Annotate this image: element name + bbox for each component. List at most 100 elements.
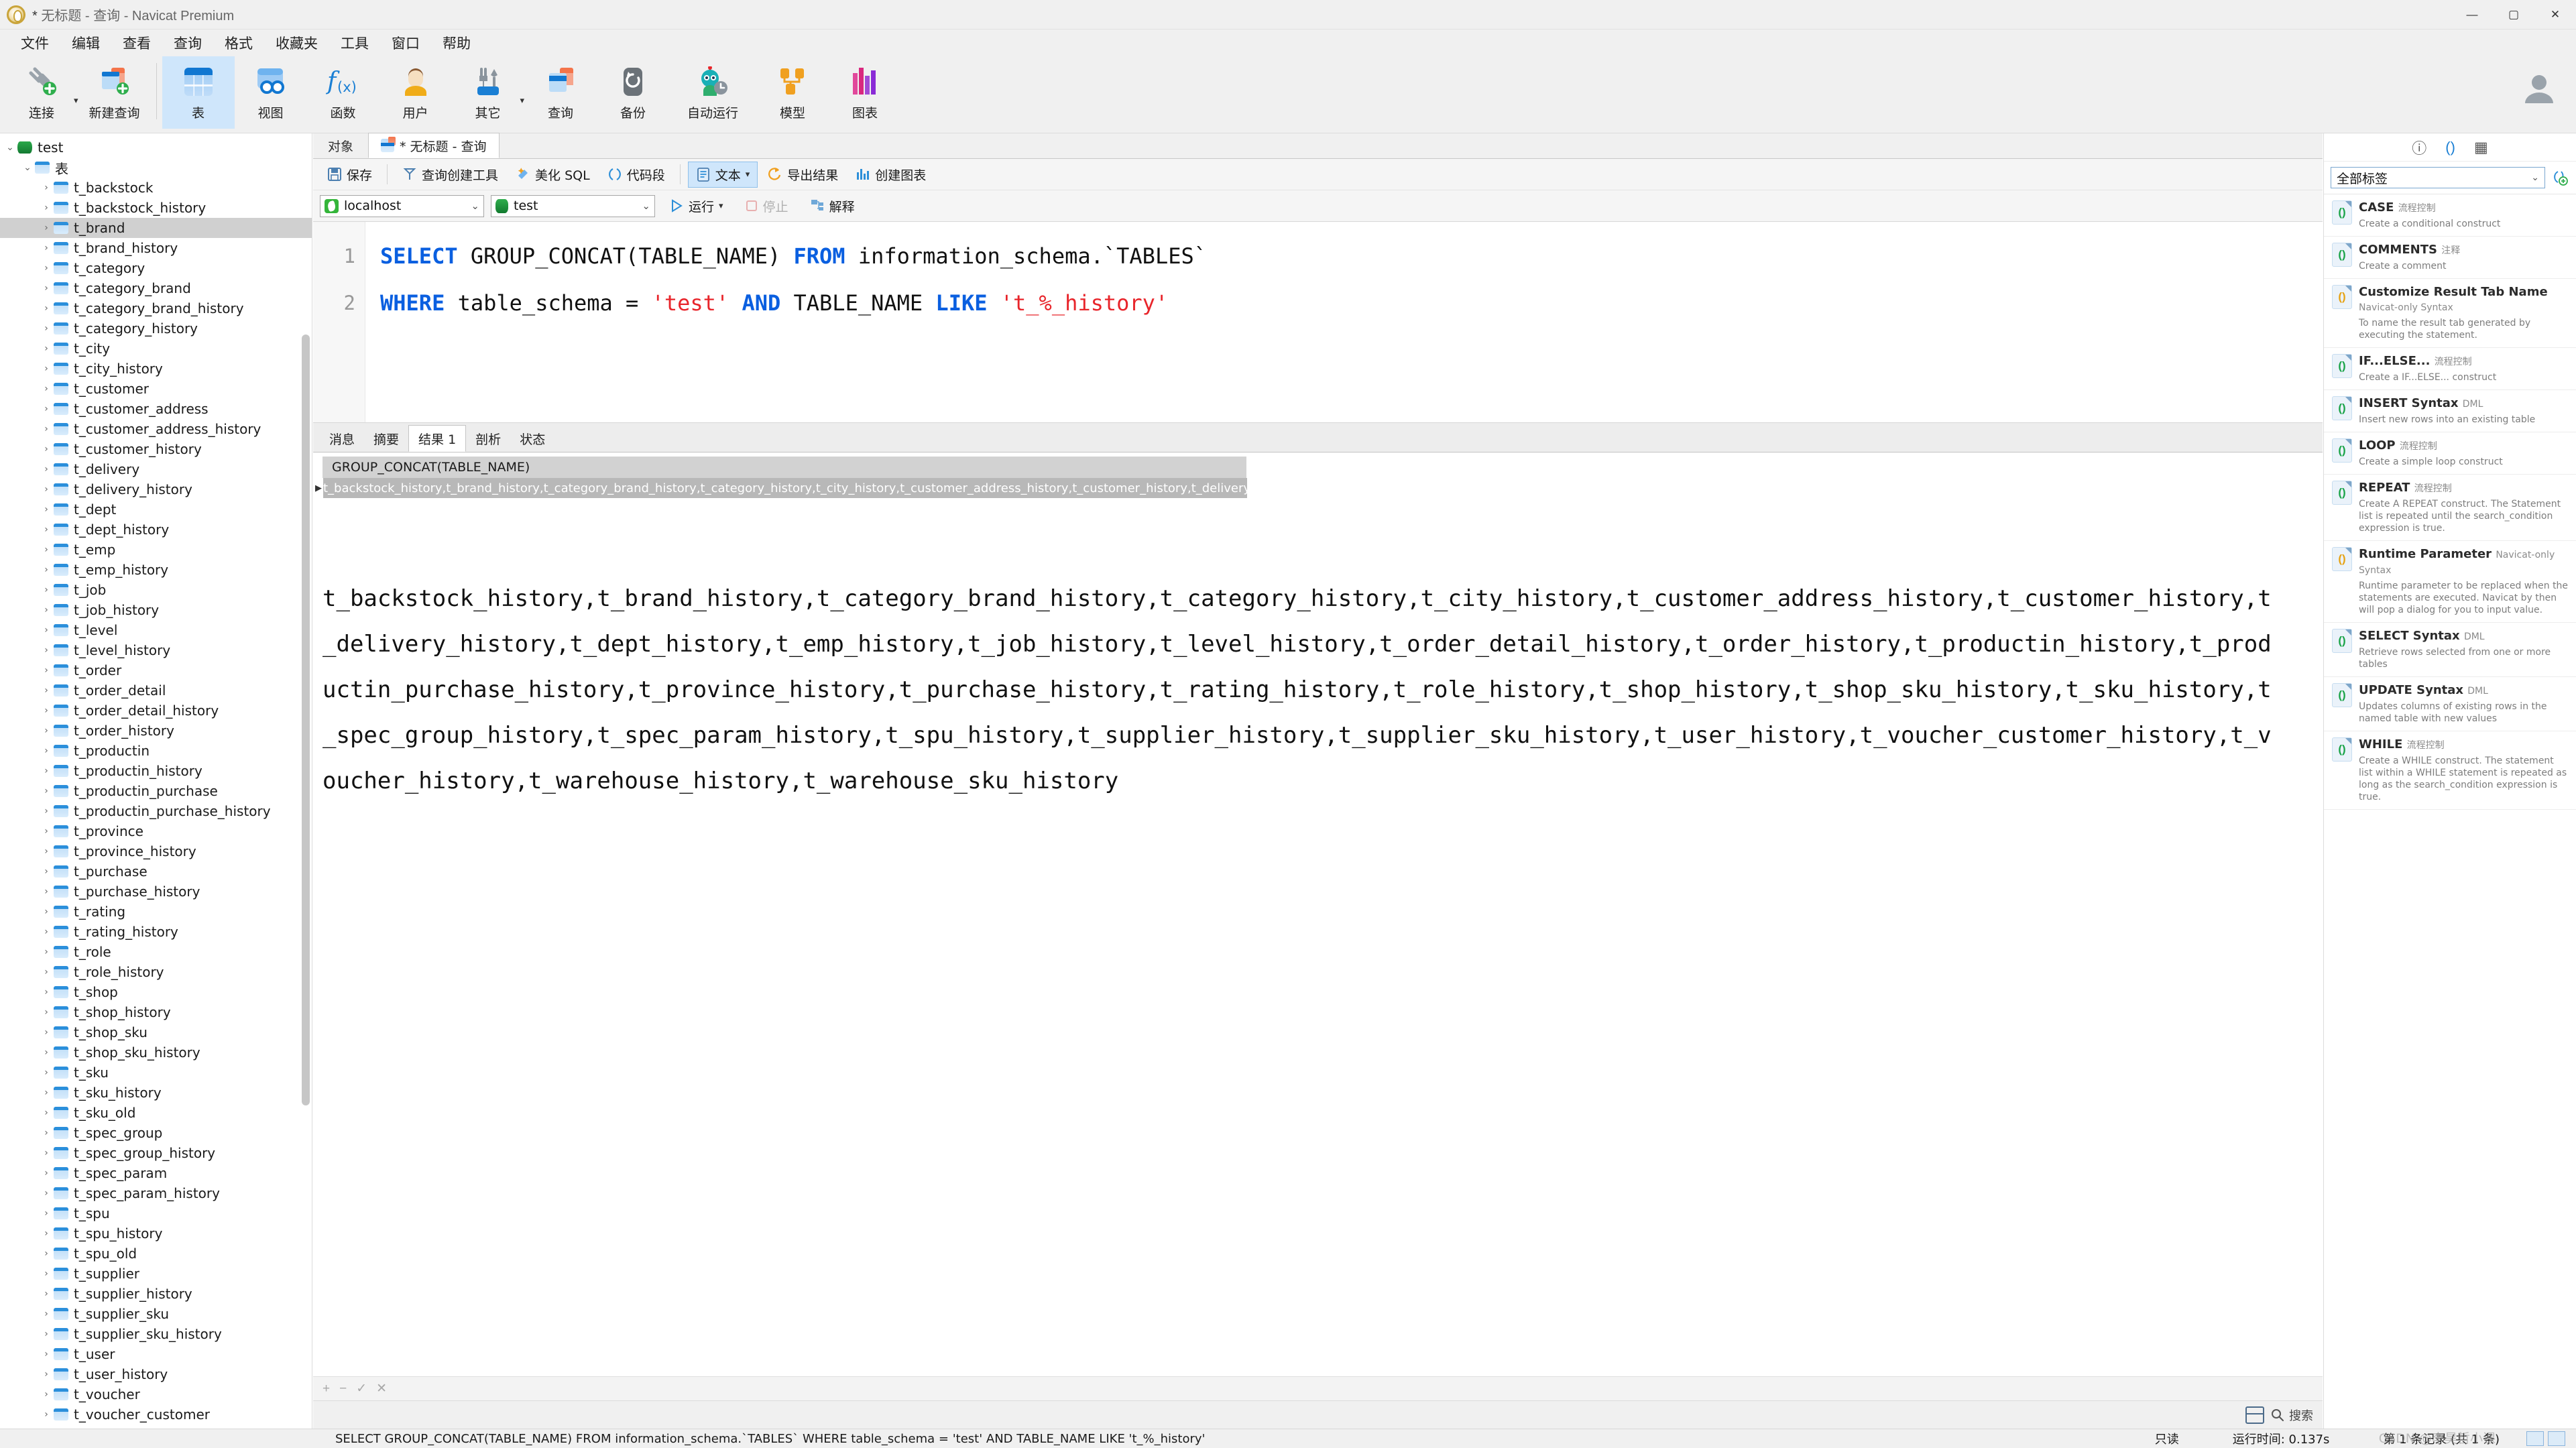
- chevron-right-icon[interactable]: ›: [39, 665, 54, 676]
- tree-table-t_supplier_history[interactable]: › t_supplier_history: [0, 1284, 312, 1304]
- tree-table-t_job_history[interactable]: › t_job_history: [0, 600, 312, 620]
- menu-favorites[interactable]: 收藏夹: [264, 29, 329, 56]
- tree-table-t_level[interactable]: › t_level: [0, 620, 312, 640]
- tab-profile[interactable]: 剖析: [466, 425, 510, 452]
- menu-query[interactable]: 查询: [162, 29, 213, 56]
- snippet-item[interactable]: () SELECT Syntax DML Retrieve rows selecte…: [2324, 623, 2576, 677]
- chevron-right-icon[interactable]: ›: [39, 283, 54, 294]
- search-button[interactable]: 搜索: [2271, 1406, 2313, 1424]
- tree-table-t_order_detail_history[interactable]: › t_order_detail_history: [0, 701, 312, 721]
- toolbar-others-button[interactable]: 其它: [452, 56, 524, 129]
- tree-table-t_sku[interactable]: › t_sku: [0, 1063, 312, 1083]
- menu-format[interactable]: 格式: [213, 29, 264, 56]
- table-row[interactable]: t_backstock_history,t_brand_history,t_ca…: [323, 478, 1247, 498]
- tree-table-t_city_history[interactable]: › t_city_history: [0, 359, 312, 379]
- chevron-right-icon[interactable]: ›: [39, 263, 54, 274]
- tree-table-t_brand_history[interactable]: › t_brand_history: [0, 238, 312, 258]
- sql-editor[interactable]: 1 2 SELECT GROUP_CONCAT(TABLE_NAME) FROM…: [313, 222, 2323, 423]
- minimize-button[interactable]: —: [2451, 0, 2493, 29]
- tree-table-t_user_history[interactable]: › t_user_history: [0, 1364, 312, 1384]
- chevron-right-icon[interactable]: ›: [39, 725, 54, 736]
- snippet-item[interactable]: () Runtime Parameter Navicat-only Syntax R…: [2324, 541, 2576, 623]
- tree-table-t_productin_purchase[interactable]: › t_productin_purchase: [0, 781, 312, 801]
- tree-table-t_category_brand_history[interactable]: › t_category_brand_history: [0, 298, 312, 318]
- chevron-right-icon[interactable]: ›: [39, 645, 54, 656]
- snippet-item[interactable]: () COMMENTS 注释 Create a comment: [2324, 237, 2576, 279]
- chevron-right-icon[interactable]: ›: [39, 464, 54, 475]
- chevron-right-icon[interactable]: ›: [39, 1087, 54, 1098]
- tree-group-tables[interactable]: ⌄ 表: [0, 158, 312, 178]
- chevron-right-icon[interactable]: ›: [39, 786, 54, 796]
- maximize-button[interactable]: ▢: [2493, 0, 2534, 29]
- connection-select[interactable]: localhost ⌄: [320, 194, 484, 217]
- tree-table-t_rating[interactable]: › t_rating: [0, 902, 312, 922]
- grid-view-icon[interactable]: [2245, 1406, 2264, 1424]
- chevron-down-icon[interactable]: ⌄: [471, 200, 479, 212]
- snippet-item[interactable]: () Customize Result Tab Name Navicat-only…: [2324, 279, 2576, 348]
- toolbar-connection-button[interactable]: 连接: [5, 56, 78, 129]
- chevron-right-icon[interactable]: ›: [39, 846, 54, 857]
- chevron-right-icon[interactable]: ›: [39, 202, 54, 213]
- tree-table-t_supplier[interactable]: › t_supplier: [0, 1264, 312, 1284]
- tree-table-t_order_history[interactable]: › t_order_history: [0, 721, 312, 741]
- tree-table-t_order[interactable]: › t_order: [0, 660, 312, 680]
- tree-table-t_supplier_sku[interactable]: › t_supplier_sku: [0, 1304, 312, 1324]
- chevron-right-icon[interactable]: ›: [39, 243, 54, 253]
- close-button[interactable]: ✕: [2534, 0, 2576, 29]
- toolbar-table-button[interactable]: 表: [162, 56, 235, 129]
- chevron-right-icon[interactable]: ›: [39, 383, 54, 394]
- tree-table-t_emp_history[interactable]: › t_emp_history: [0, 560, 312, 580]
- snippet-item[interactable]: () CASE 流程控制 Create a conditional construc…: [2324, 194, 2576, 237]
- menu-edit[interactable]: 编辑: [60, 29, 111, 56]
- account-avatar[interactable]: [2520, 68, 2559, 111]
- chevron-right-icon[interactable]: ›: [39, 745, 54, 756]
- chevron-right-icon[interactable]: ›: [39, 1007, 54, 1018]
- beautify-sql-button[interactable]: 美化 SQL: [508, 162, 597, 187]
- tree-table-t_delivery_history[interactable]: › t_delivery_history: [0, 479, 312, 499]
- chevron-right-icon[interactable]: ›: [39, 223, 54, 233]
- tree-table-t_level_history[interactable]: › t_level_history: [0, 640, 312, 660]
- create-chart-button[interactable]: 创建图表: [848, 162, 933, 187]
- chevron-right-icon[interactable]: ›: [39, 1248, 54, 1259]
- tree-table-t_productin[interactable]: › t_productin: [0, 741, 312, 761]
- tree-table-t_spec_param[interactable]: › t_spec_param: [0, 1163, 312, 1183]
- object-tree-sidebar[interactable]: ⌄ test ⌄ 表 › t_backstock › t_backstock_hist…: [0, 133, 312, 1429]
- snippet-item[interactable]: () IF...ELSE... 流程控制 Create a IF...ELSE...…: [2324, 348, 2576, 390]
- chevron-right-icon[interactable]: ›: [39, 766, 54, 776]
- chevron-down-icon[interactable]: ⌄: [642, 200, 650, 212]
- query-builder-button[interactable]: 查询创建工具: [395, 162, 506, 187]
- tree-table-t_city[interactable]: › t_city: [0, 339, 312, 359]
- chevron-right-icon[interactable]: ›: [39, 1329, 54, 1339]
- grid-column-header[interactable]: GROUP_CONCAT(TABLE_NAME): [323, 457, 1246, 478]
- chevron-right-icon[interactable]: ›: [39, 323, 54, 334]
- tab-untitled-query[interactable]: * 无标题 - 查询: [368, 133, 500, 158]
- tree-table-t_spec_group_history[interactable]: › t_spec_group_history: [0, 1143, 312, 1163]
- chevron-down-icon[interactable]: ⌄: [20, 162, 35, 173]
- cancel-edit-button[interactable]: ✕: [376, 1381, 387, 1396]
- chevron-right-icon[interactable]: ›: [39, 1128, 54, 1138]
- snippet-list[interactable]: () CASE 流程控制 Create a conditional construc…: [2324, 194, 2576, 1421]
- chevron-right-icon[interactable]: ›: [39, 947, 54, 957]
- tree-table-t_spu_history[interactable]: › t_spu_history: [0, 1223, 312, 1244]
- chevron-right-icon[interactable]: ›: [39, 504, 54, 515]
- menu-help[interactable]: 帮助: [431, 29, 482, 56]
- tree-table-t_purchase_history[interactable]: › t_purchase_history: [0, 882, 312, 902]
- chevron-right-icon[interactable]: ›: [39, 404, 54, 414]
- tree-table-t_sku_history[interactable]: › t_sku_history: [0, 1083, 312, 1103]
- chevron-right-icon[interactable]: ›: [39, 343, 54, 354]
- chevron-right-icon[interactable]: ›: [39, 1349, 54, 1360]
- tab-summary[interactable]: 摘要: [364, 425, 408, 452]
- snippet-item[interactable]: () LOOP 流程控制 Create a simple loop construc…: [2324, 432, 2576, 475]
- sidebar-scrollbar[interactable]: [302, 335, 310, 1105]
- export-result-button[interactable]: 导出结果: [760, 162, 845, 187]
- chevron-right-icon[interactable]: ›: [39, 987, 54, 998]
- chevron-right-icon[interactable]: ›: [39, 524, 54, 535]
- tree-table-t_supplier_sku_history[interactable]: › t_supplier_sku_history: [0, 1324, 312, 1344]
- chevron-right-icon[interactable]: ›: [39, 444, 54, 455]
- tree-table-t_category_brand[interactable]: › t_category_brand: [0, 278, 312, 298]
- chevron-right-icon[interactable]: ›: [39, 424, 54, 434]
- snippet-item[interactable]: () UPDATE Syntax DML Updates columns of ex…: [2324, 677, 2576, 731]
- tree-table-t_productin_history[interactable]: › t_productin_history: [0, 761, 312, 781]
- add-row-button[interactable]: +: [323, 1382, 330, 1396]
- tree-table-t_spec_group[interactable]: › t_spec_group: [0, 1123, 312, 1143]
